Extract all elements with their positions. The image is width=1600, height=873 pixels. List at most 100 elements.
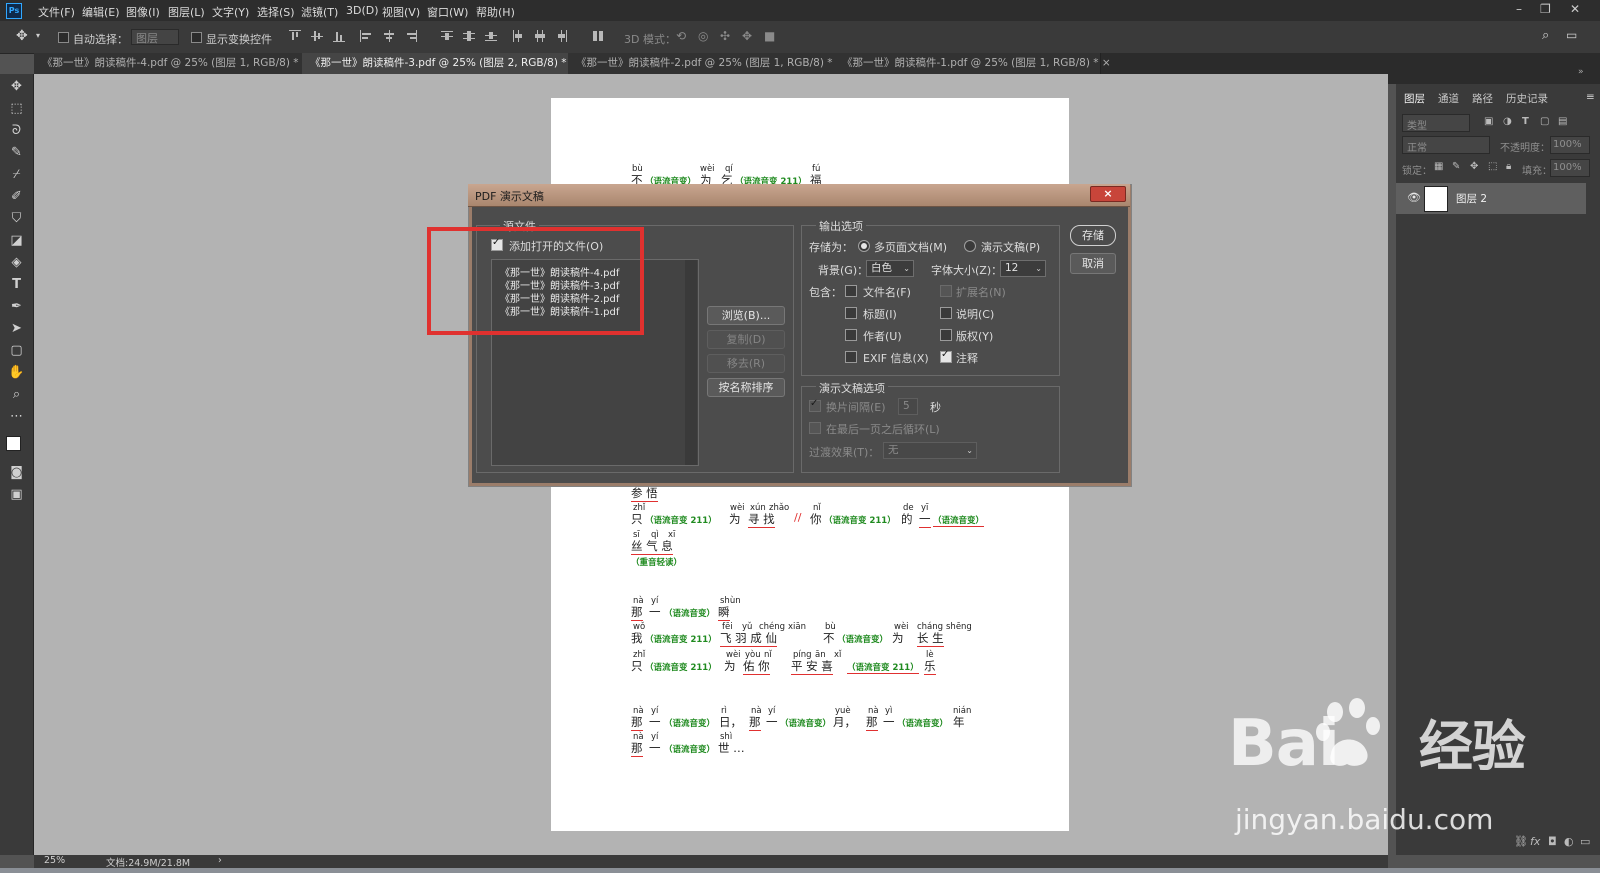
file-list-scrollbar[interactable] xyxy=(685,260,697,465)
tab-document-4[interactable]: 《那一世》朗读稿件-4.pdf @ 25% (图层 1, RGB/8) * × xyxy=(34,53,311,74)
align-right-icon[interactable] xyxy=(405,30,417,42)
dialog-title-bar[interactable]: PDF 演示文稿 × xyxy=(468,184,1130,207)
loop-label[interactable]: 在最后一页之后循环(L) xyxy=(826,421,940,437)
3d-slide-icon[interactable]: ✥ xyxy=(742,29,752,43)
bucket-tool-icon[interactable]: ◈ xyxy=(8,254,25,271)
tab-document-3[interactable]: 《那一世》朗读稿件-3.pdf @ 25% (图层 2, RGB/8) * × xyxy=(302,53,579,74)
brush-tool-icon[interactable]: ✐ xyxy=(8,188,25,205)
menu-type[interactable]: 文字(Y) xyxy=(212,4,249,20)
link-layers-icon[interactable]: ⛓ xyxy=(1514,835,1528,848)
notes-label[interactable]: 注释 xyxy=(956,350,978,366)
exif-label[interactable]: EXIF 信息(X) xyxy=(863,350,929,366)
tab-history[interactable]: 历史记录 xyxy=(1506,91,1548,106)
multipage-label[interactable]: 多页面文档(M) xyxy=(874,239,947,255)
align-left-icon[interactable] xyxy=(360,30,372,42)
tab-channels[interactable]: 通道 xyxy=(1438,91,1459,106)
sort-by-name-button[interactable]: 按名称排序 xyxy=(707,378,785,397)
layer-row[interactable]: 👁︎ 图层 2 xyxy=(1396,183,1586,214)
align-vcenter-icon[interactable] xyxy=(311,30,323,42)
opacity-field[interactable]: 100% xyxy=(1550,136,1590,154)
remove-button[interactable]: 移去(R) xyxy=(707,354,785,373)
zoom-tool-icon[interactable]: ⌕ xyxy=(8,386,25,403)
3d-roll-icon[interactable]: ◎ xyxy=(698,29,708,43)
copyright-checkbox[interactable] xyxy=(940,329,952,341)
blend-mode-dropdown[interactable]: 正常 xyxy=(1402,136,1490,154)
duplicate-button[interactable]: 复制(D) xyxy=(707,330,785,349)
distribute-bottom-icon[interactable] xyxy=(485,30,497,42)
lock-position-icon[interactable]: ✥ xyxy=(1470,161,1478,172)
close-window-icon[interactable]: ✕ xyxy=(1570,2,1580,16)
type-tool-icon[interactable]: T xyxy=(8,276,25,293)
lock-all-icon[interactable]: 🔒︎ xyxy=(1506,161,1511,172)
notes-checkbox[interactable] xyxy=(940,349,952,363)
menu-image[interactable]: 图像(I) xyxy=(126,4,160,20)
tab-document-2[interactable]: 《那一世》朗读稿件-2.pdf @ 25% (图层 1, RGB/8) * × xyxy=(568,53,845,74)
eraser-tool-icon[interactable]: ◪ xyxy=(8,232,25,249)
multipage-radio[interactable] xyxy=(858,240,870,252)
3d-scale-icon[interactable]: ■ xyxy=(764,29,775,43)
move-tool-icon[interactable]: ✥ xyxy=(16,28,28,44)
lock-image-icon[interactable]: ✎ xyxy=(1452,161,1460,172)
lasso-tool-icon[interactable]: ᘐ xyxy=(8,122,25,139)
new-group-icon[interactable]: ▭ xyxy=(1580,835,1590,848)
tab-layers[interactable]: 图层 xyxy=(1404,91,1425,106)
add-mask-icon[interactable]: ◘ xyxy=(1548,835,1557,848)
menu-edit[interactable]: 编辑(E) xyxy=(82,4,120,20)
transition-select[interactable]: 无 ⌄ xyxy=(883,442,977,459)
filter-adjust-icon[interactable]: ◑ xyxy=(1503,116,1512,127)
path-select-tool-icon[interactable]: ➤ xyxy=(8,320,25,337)
quick-select-tool-icon[interactable]: ✎ xyxy=(8,144,25,161)
background-select[interactable]: 白色 ⌄ xyxy=(866,260,914,277)
eyedropper-tool-icon[interactable]: ⌿ xyxy=(8,166,25,183)
tab-paths[interactable]: 路径 xyxy=(1472,91,1493,106)
advance-every-label[interactable]: 换片间隔(E) xyxy=(826,399,886,415)
layer-name[interactable]: 图层 2 xyxy=(1456,191,1487,206)
lock-artboard-icon[interactable]: ⬚ xyxy=(1488,161,1497,172)
tab-close-icon[interactable]: × xyxy=(1102,57,1111,69)
distribute-right-icon[interactable] xyxy=(556,30,568,42)
screen-mode-icon[interactable]: ▣ xyxy=(8,486,25,503)
minimize-icon[interactable]: – xyxy=(1516,2,1522,16)
advance-every-checkbox[interactable] xyxy=(809,398,821,412)
fx-icon[interactable]: fx xyxy=(1530,835,1540,848)
extension-checkbox[interactable] xyxy=(940,285,952,297)
exif-checkbox[interactable] xyxy=(845,351,857,363)
description-checkbox[interactable] xyxy=(940,307,952,319)
author-checkbox[interactable] xyxy=(845,329,857,341)
tab-document-1[interactable]: 《那一世》朗读稿件-1.pdf @ 25% (图层 1, RGB/8) * × xyxy=(834,53,1111,74)
menu-help[interactable]: 帮助(H) xyxy=(476,4,515,20)
show-transform-checkbox[interactable] xyxy=(191,32,202,43)
hand-tool-icon[interactable]: ✋ xyxy=(8,364,25,381)
menu-select[interactable]: 选择(S) xyxy=(257,4,295,20)
stamp-tool-icon[interactable]: ⛉ xyxy=(8,210,25,227)
extension-label[interactable]: 扩展名(N) xyxy=(956,284,1006,300)
distribute-top-icon[interactable] xyxy=(441,30,453,42)
auto-select-dropdown[interactable]: 图层 xyxy=(131,29,179,45)
menu-filter[interactable]: 滤镜(T) xyxy=(301,4,338,20)
loop-checkbox[interactable] xyxy=(809,422,821,434)
menu-window[interactable]: 窗口(W) xyxy=(427,4,468,20)
auto-align-icon[interactable] xyxy=(592,30,604,42)
visibility-eye-icon[interactable]: 👁︎ xyxy=(1407,191,1421,204)
search-icon[interactable]: ⌕ xyxy=(1542,28,1549,43)
align-bottom-icon[interactable] xyxy=(333,30,345,42)
menu-file[interactable]: 文件(F) xyxy=(38,4,75,20)
advance-seconds-field[interactable]: 5 xyxy=(898,398,918,415)
auto-select-checkbox[interactable] xyxy=(58,32,69,43)
distribute-hcenter-icon[interactable] xyxy=(534,30,546,42)
filename-checkbox[interactable] xyxy=(845,285,857,297)
quick-mask-icon[interactable]: ◙ xyxy=(8,464,25,481)
filter-image-icon[interactable]: ▣ xyxy=(1484,116,1493,127)
presentation-radio[interactable] xyxy=(964,240,976,252)
distribute-left-icon[interactable] xyxy=(512,30,524,42)
menu-layer[interactable]: 图层(L) xyxy=(168,4,205,20)
title-checkbox[interactable] xyxy=(845,307,857,319)
align-top-icon[interactable] xyxy=(289,30,301,42)
cancel-button[interactable]: 取消 xyxy=(1070,253,1116,274)
fill-field[interactable]: 100% xyxy=(1550,159,1590,177)
filter-shape-icon[interactable]: ▢ xyxy=(1540,116,1549,127)
title-label[interactable]: 标题(I) xyxy=(863,306,897,322)
align-hcenter-icon[interactable] xyxy=(383,30,395,42)
adjustment-layer-icon[interactable]: ◐ xyxy=(1564,835,1574,848)
3d-pan-icon[interactable]: ✣ xyxy=(720,29,730,43)
